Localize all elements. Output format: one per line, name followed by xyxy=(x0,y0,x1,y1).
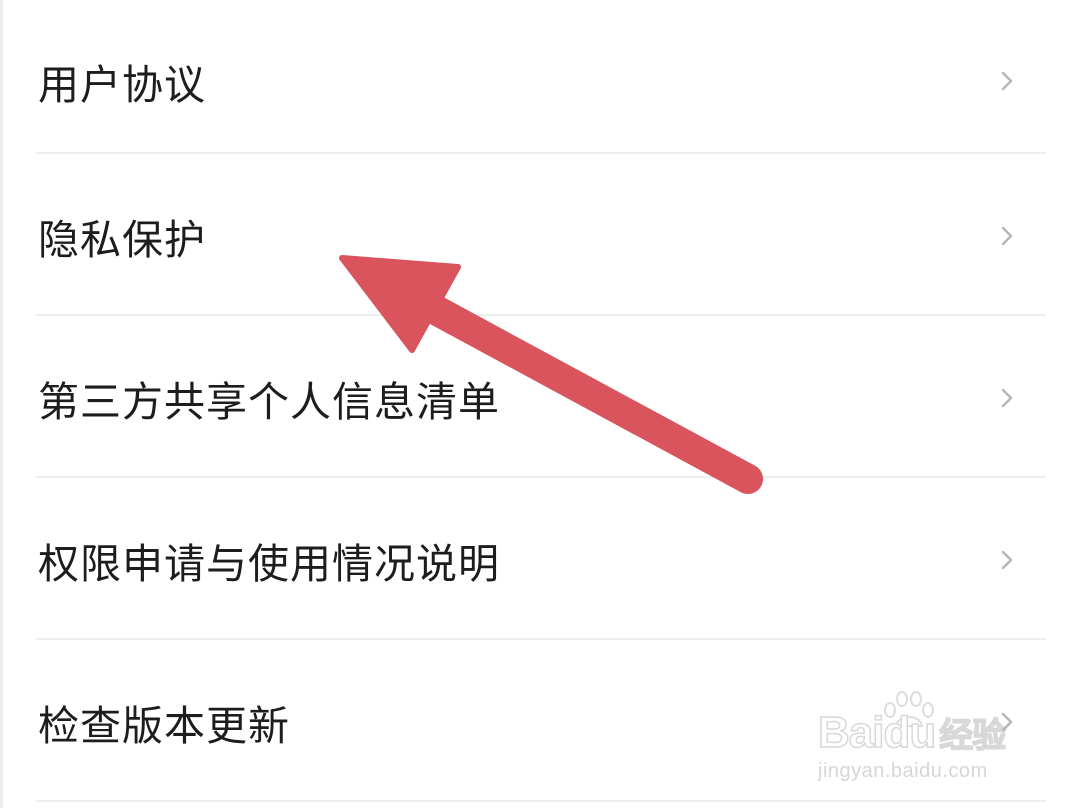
divider xyxy=(36,314,1046,316)
watermark-brand-cn: 经验 xyxy=(938,716,1007,756)
menu-item-label: 第三方共享个人信息清单 xyxy=(38,378,500,426)
settings-menu-list: 用户协议 隐私保护 第三方共享个人信息清单 权限申请与使用情况说明 检查版本更新 xyxy=(0,0,1068,808)
baidu-watermark: Baidu 经验 jingyan.baidu.com xyxy=(817,690,1038,800)
menu-item-user-agreement[interactable]: 用户协议 xyxy=(0,0,1068,162)
menu-item-label: 隐私保护 xyxy=(38,216,206,264)
chevron-right-icon xyxy=(996,225,1018,247)
divider xyxy=(36,638,1046,640)
menu-item-label: 检查版本更新 xyxy=(38,702,290,750)
divider xyxy=(36,152,1046,154)
watermark-url: jingyan.baidu.com xyxy=(818,760,988,782)
menu-item-privacy-protection[interactable]: 隐私保护 xyxy=(0,155,1068,317)
menu-item-label: 用户协议 xyxy=(38,61,206,109)
watermark-brand: Baidu 经验 xyxy=(817,707,1007,758)
menu-item-third-party-sharing-list[interactable]: 第三方共享个人信息清单 xyxy=(0,317,1068,479)
chevron-right-icon xyxy=(996,70,1018,92)
watermark-brand-latin: Baidu xyxy=(817,707,937,758)
chevron-right-icon xyxy=(996,549,1018,571)
divider xyxy=(36,476,1046,478)
chevron-right-icon xyxy=(996,387,1018,409)
menu-item-permissions-usage[interactable]: 权限申请与使用情况说明 xyxy=(0,479,1068,641)
divider xyxy=(36,800,1046,802)
menu-item-label: 权限申请与使用情况说明 xyxy=(38,540,500,588)
